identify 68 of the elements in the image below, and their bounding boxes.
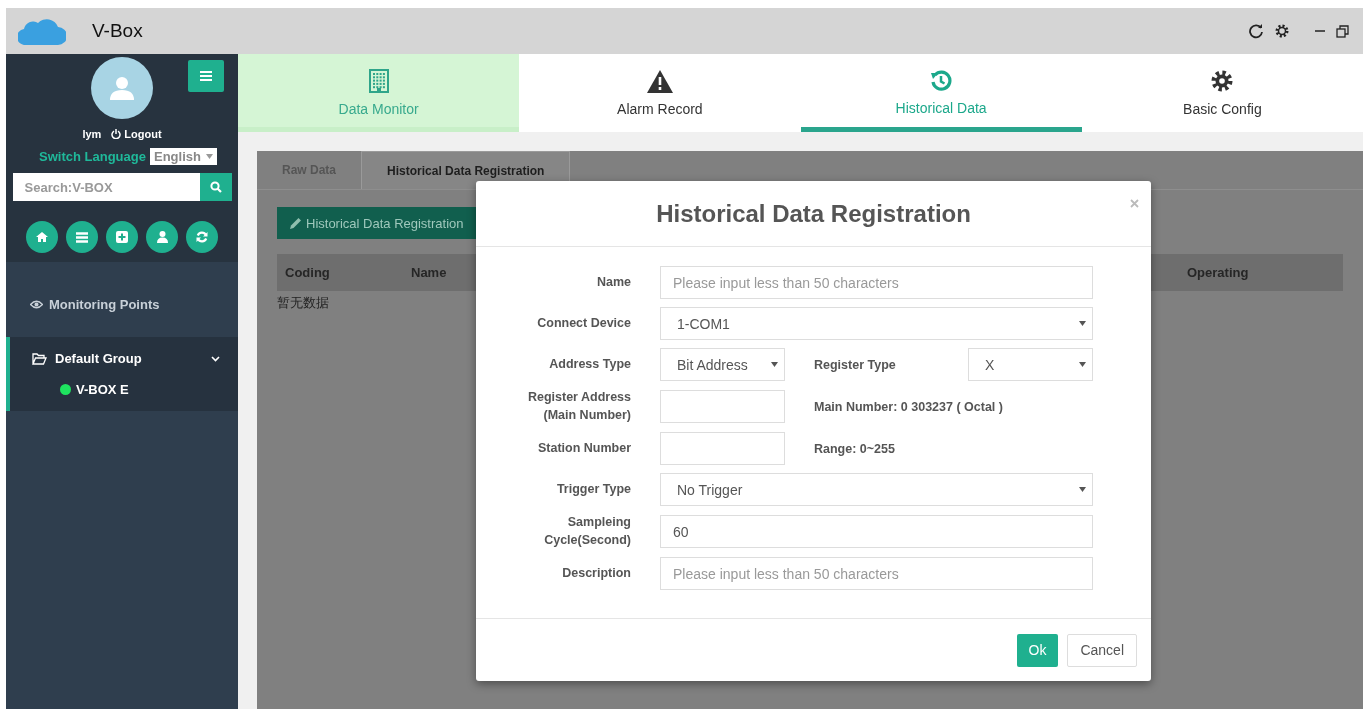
field-label: Trigger Type [555,480,631,498]
cancel-button[interactable]: Cancel [1067,633,1137,667]
menu-icon [200,71,212,81]
field-label: Description [561,564,631,582]
language-select[interactable]: English [149,148,217,165]
select-field[interactable]: X [968,348,1093,381]
user-icon [156,231,168,243]
history-icon [930,70,953,92]
dialog-title: Historical Data Registration [656,199,971,228]
search-icon [209,181,222,193]
logout-link[interactable]: Logout [111,128,162,140]
input-field[interactable]: 60 [660,515,1093,548]
input-field[interactable] [660,432,785,465]
column-header: Operating [1186,265,1250,280]
select-field[interactable]: 1-COM1 [660,307,1093,340]
power-icon [111,129,122,139]
settings-icon[interactable] [1274,23,1290,39]
menu-button[interactable] [188,60,224,92]
section-title: Monitoring Points [49,296,160,312]
eye-icon [30,299,43,309]
plus-square-icon [116,231,128,243]
folder-icon [32,352,47,365]
building-icon [368,69,389,93]
panel-tab[interactable]: Historical Data Registration [361,151,571,189]
column-header: Name [410,265,448,280]
user-button[interactable] [146,221,178,253]
field-label: Address Type [548,355,631,373]
select-field[interactable]: No Trigger [660,473,1093,506]
empty-message: 暂无数据 [277,294,330,312]
group-item[interactable]: Default Group [10,337,238,378]
caret-icon [205,154,213,159]
field-label: Register Type [814,357,897,372]
caret-icon [1079,321,1086,326]
search-button[interactable] [199,173,232,201]
registration-button[interactable]: Historical Data Registration [277,207,476,239]
settings-icon [1210,69,1235,93]
refresh-icon [196,231,208,243]
field-label: Register Address (Main Number) [526,389,631,424]
home-icon [36,231,48,243]
column-header: Coding [284,265,331,280]
input-field[interactable]: Please input less than 50 characters [660,557,1093,590]
list-icon [76,231,88,243]
home-button[interactable] [26,221,58,253]
restore-icon[interactable] [1336,24,1349,38]
language-label: Switch Language [39,149,146,164]
cloud-icon [18,17,66,45]
field-label: Connect Device [536,314,631,332]
device-item[interactable]: V-BOX E [10,378,129,401]
field-label: Station Number [536,439,631,457]
hint-text: Main Number: 0 303237 ( Octal ) [814,399,1003,414]
caret-icon [1079,362,1086,367]
input-field[interactable]: Please input less than 50 characters [660,266,1093,299]
input-field[interactable] [660,390,785,423]
list-button[interactable] [66,221,98,253]
refresh-button[interactable] [186,221,218,253]
pencil-icon [289,216,302,230]
search-field[interactable]: Search:V-BOX [12,173,200,201]
app-title: V-Box [92,20,143,42]
refresh-icon[interactable] [1248,23,1264,39]
add-button[interactable] [106,221,138,253]
user-name: lym [82,128,102,140]
hint-text: Range: 0~255 [814,441,896,456]
warning-icon [646,69,673,93]
field-label: Name [595,273,631,291]
field-label: Sampleing Cycle(Second) [543,514,631,549]
caret-icon [771,362,778,367]
caret-icon [1079,487,1086,492]
select-field[interactable]: Bit Address [660,348,785,381]
